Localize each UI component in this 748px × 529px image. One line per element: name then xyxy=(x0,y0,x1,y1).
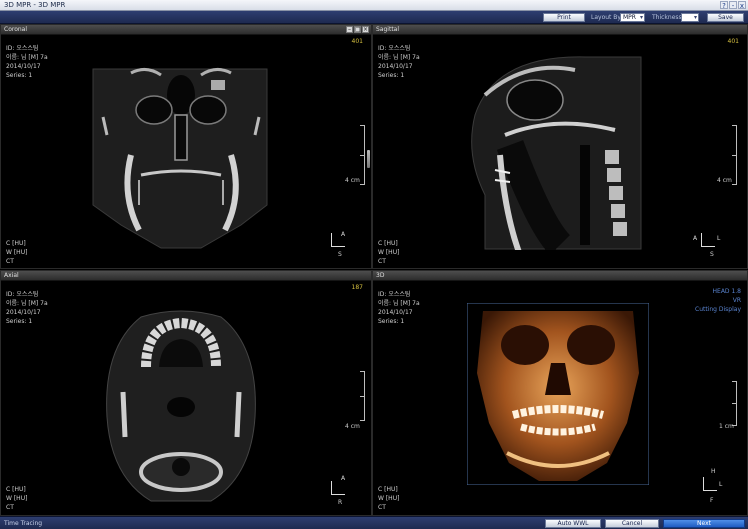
window-controls: ? - x xyxy=(720,1,746,10)
scale-ruler xyxy=(731,381,737,426)
scale-label: 4 cm xyxy=(345,423,360,430)
coronal-view[interactable]: Coronal – □ × 401 ID: 오스스팀 이름: 님 [M] 7a … xyxy=(0,24,372,269)
patient-info: ID: 오스스팀 이름: 님 [M] 7a 2014/10/17 Series:… xyxy=(6,45,48,79)
scale-ruler xyxy=(731,125,737,185)
render-legend: HEAD 1.8 VR Cutting Display xyxy=(695,288,741,313)
orientation-marker: A xyxy=(331,475,345,495)
orientation-marker: L xyxy=(703,477,722,491)
window-level-info: C [HU] W [HU] CT xyxy=(6,240,28,265)
close-icon[interactable]: x xyxy=(738,1,746,10)
layout-label: Layout By xyxy=(591,14,621,21)
minimize-view-icon[interactable]: – xyxy=(346,26,353,33)
window-title: 3D MPR - 3D MPR xyxy=(4,1,66,9)
status-title: Time Tracing xyxy=(4,520,43,527)
patient-info: ID: 오스스팀 이름: 님 [M] 7a 2014/10/17 Series:… xyxy=(6,291,48,325)
patient-info: ID: 오스스팀 이름: 님 [M] 7a 2014/10/17 Series:… xyxy=(378,45,420,79)
sagittal-view-title: Sagittal xyxy=(376,26,400,33)
sagittal-view-header: Sagittal xyxy=(373,25,747,35)
auto-wwl-button[interactable]: Auto WWL xyxy=(545,519,601,528)
orientation-bottom: S xyxy=(710,251,714,258)
window-level-info: C [HU] W [HU] CT xyxy=(378,240,400,265)
status-bar: Time Tracing Auto WWL Cancel Next xyxy=(0,516,748,529)
thickness-label: Thickness xyxy=(652,14,682,21)
coronal-view-title: Coronal xyxy=(4,26,28,33)
scale-label: 4 cm xyxy=(717,177,732,184)
3d-view-header: 3D xyxy=(373,271,747,281)
scale-ruler xyxy=(359,371,365,421)
3d-skull-render xyxy=(467,303,649,485)
orientation-bottom: R xyxy=(338,499,343,506)
close-view-icon[interactable]: × xyxy=(362,26,369,33)
slice-number: 187 xyxy=(351,284,363,291)
axial-ct-image xyxy=(106,310,256,502)
next-button[interactable]: Next xyxy=(663,519,745,528)
3d-view-title: 3D xyxy=(376,272,385,279)
orientation-marker: A xyxy=(331,231,345,247)
axial-view[interactable]: Axial 187 ID: 오스스팀 이름: 님 [M] 7a 2014/10/… xyxy=(0,270,372,516)
scale-label: 1 cm xyxy=(719,423,734,430)
slice-number: 401 xyxy=(727,38,739,45)
window-level-info: C [HU] W [HU] CT xyxy=(378,486,400,511)
help-icon[interactable]: ? xyxy=(720,1,728,10)
axial-view-header: Axial xyxy=(1,271,371,281)
3d-view[interactable]: 3D ID: 오스스팀 이름: 님 [M] 7a 2014/10/17 Seri… xyxy=(372,270,748,516)
sagittal-view[interactable]: Sagittal 401 ID: 오스스팀 이름: 님 [M] 7a 2014/… xyxy=(372,24,748,269)
sagittal-ct-image xyxy=(471,56,642,250)
orientation-marker: A L xyxy=(693,233,720,247)
coronal-view-header: Coronal – □ × xyxy=(1,25,371,35)
cancel-button[interactable]: Cancel xyxy=(605,519,659,528)
axial-view-title: Axial xyxy=(4,272,19,279)
window-titlebar: 3D MPR - 3D MPR ? - x xyxy=(0,0,748,11)
print-button[interactable]: Print xyxy=(543,13,585,22)
minimize-icon[interactable]: - xyxy=(729,1,737,10)
patient-info: ID: 오스스팀 이름: 님 [M] 7a 2014/10/17 Series:… xyxy=(378,291,420,325)
layout-select[interactable]: MPR xyxy=(620,13,645,22)
orientation-bottom: S xyxy=(338,251,342,258)
window-level-info: C [HU] W [HU] CT xyxy=(6,486,28,511)
save-button[interactable]: Save xyxy=(707,13,744,22)
splitter-handle[interactable] xyxy=(367,150,370,168)
coronal-view-controls: – □ × xyxy=(346,26,369,33)
scale-label: 4 cm xyxy=(345,177,360,184)
slice-number: 401 xyxy=(351,38,363,45)
thickness-select[interactable] xyxy=(681,13,699,22)
scale-ruler xyxy=(359,125,365,185)
maximize-view-icon[interactable]: □ xyxy=(354,26,361,33)
main-toolbar: Print Layout By MPR Thickness Save xyxy=(0,11,748,24)
orientation-top: H xyxy=(711,468,716,475)
coronal-ct-image xyxy=(92,68,268,249)
orientation-bottom: F xyxy=(710,497,714,504)
